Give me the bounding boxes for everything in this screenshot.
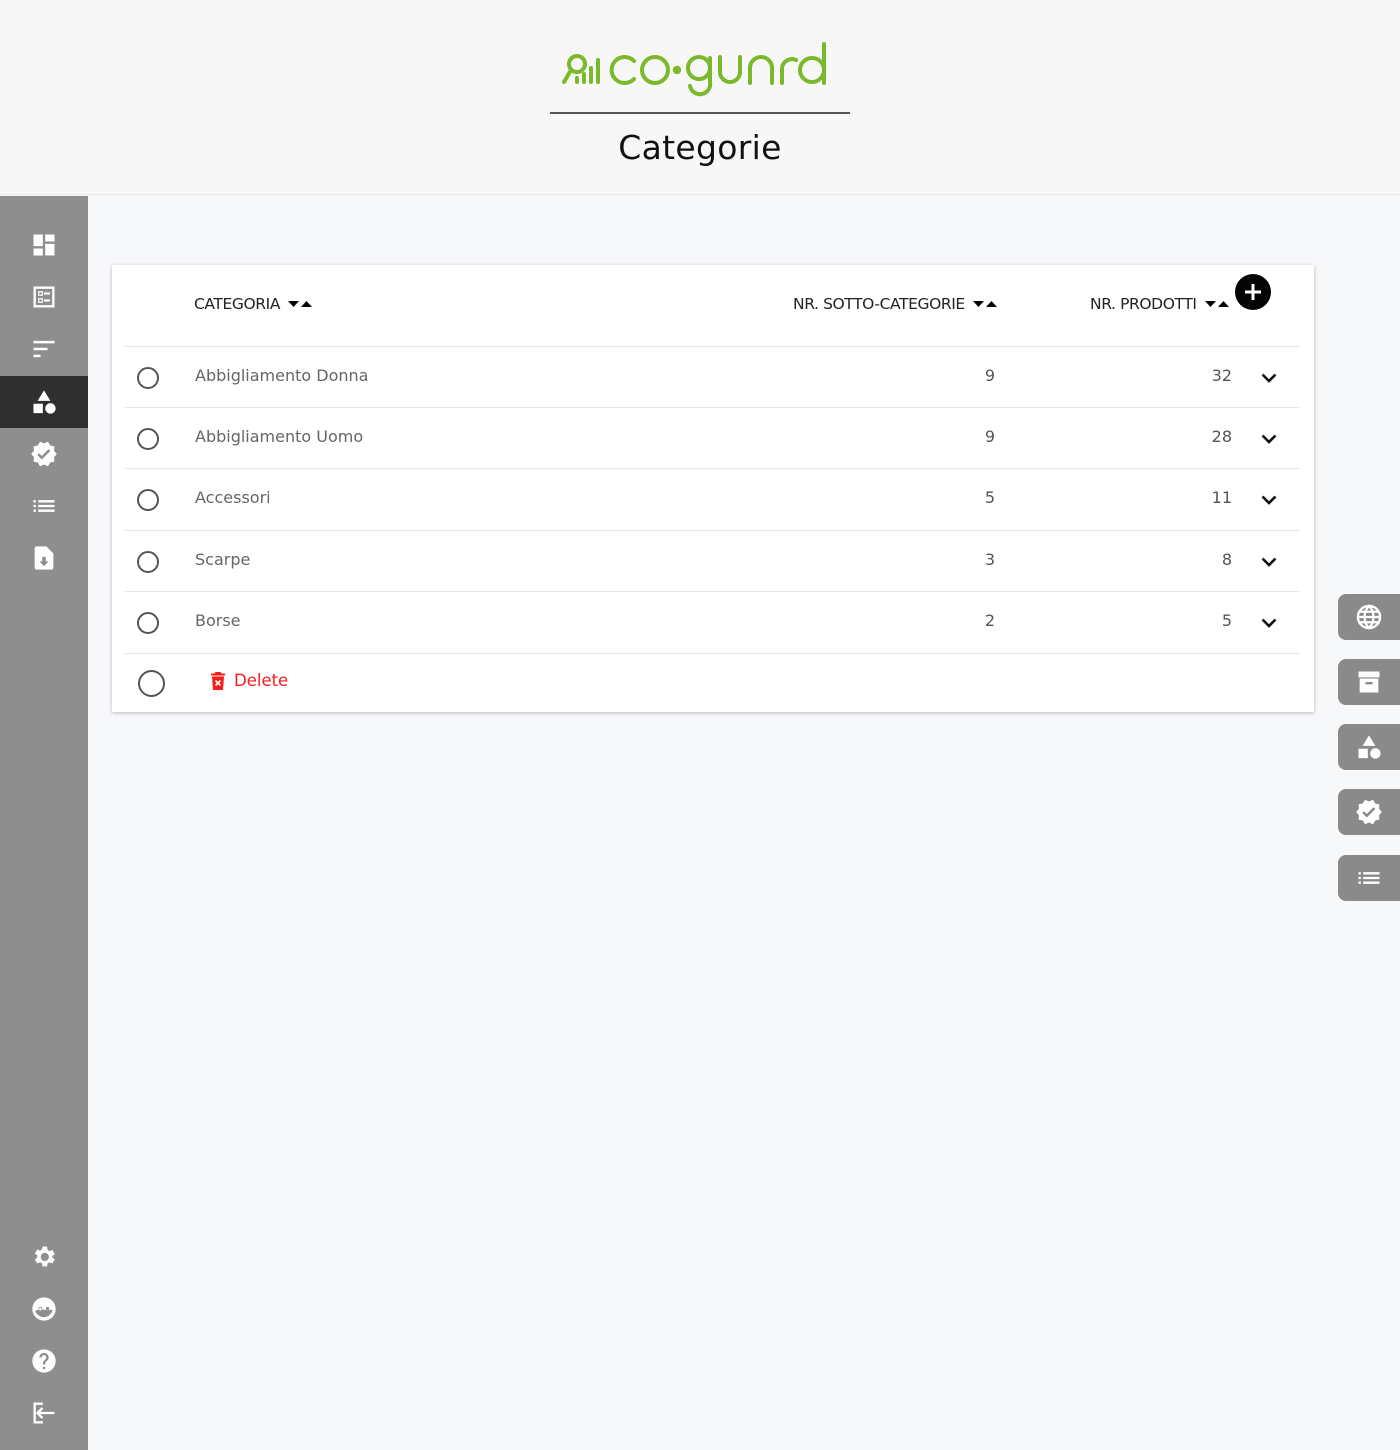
- verified-icon: [31, 441, 57, 467]
- sidebar-item-account[interactable]: [0, 1283, 88, 1335]
- column-header-prodotti: NR. PRODOTTI: [1090, 293, 1232, 315]
- settings-icon: [34, 1246, 55, 1267]
- product-count: 8: [1221, 550, 1232, 569]
- header: Categorie: [0, 0, 1400, 195]
- row-radio[interactable]: [137, 428, 159, 450]
- table-row[interactable]: Scarpe 3 8: [125, 530, 1300, 591]
- category-name: Scarpe: [195, 550, 251, 569]
- sort-arrows-icon[interactable]: [1204, 298, 1232, 310]
- subcategory-count: 9: [984, 366, 995, 385]
- right-tab-archive[interactable]: [1338, 659, 1400, 705]
- file-download-icon: [34, 546, 54, 570]
- category-icon: [33, 390, 56, 414]
- sidebar-item-dashboard[interactable]: [0, 219, 88, 271]
- product-count: 32: [1211, 366, 1232, 385]
- add-category-button[interactable]: [1235, 274, 1271, 310]
- list-icon: [33, 500, 55, 512]
- sidebar-item-logout[interactable]: [0, 1387, 88, 1439]
- page-title: Categorie: [618, 128, 782, 167]
- subcategory-count: 2: [984, 611, 995, 630]
- face-icon: [32, 1297, 56, 1321]
- list-icon: [1358, 872, 1380, 884]
- plus-icon: [1245, 284, 1261, 300]
- sidebar-item-sort[interactable]: [0, 323, 88, 375]
- trash-icon: [211, 671, 225, 690]
- right-tab-languages[interactable]: [1338, 594, 1400, 640]
- chevron-down-icon[interactable]: [1258, 489, 1280, 511]
- sort-arrows-icon[interactable]: [972, 298, 1000, 310]
- help-icon: [32, 1349, 56, 1373]
- right-tab-categories[interactable]: [1338, 724, 1400, 770]
- chevron-down-icon[interactable]: [1258, 367, 1280, 389]
- delete-label: Delete: [234, 671, 289, 690]
- right-tab-list[interactable]: [1338, 855, 1400, 901]
- sidebar-item-help[interactable]: [0, 1335, 88, 1387]
- category-name: Abbigliamento Uomo: [195, 427, 364, 446]
- column-header-categoria: CATEGORIA: [194, 293, 315, 315]
- archive-icon: [1358, 671, 1380, 693]
- row-radio[interactable]: [137, 612, 159, 634]
- row-radio[interactable]: [137, 367, 159, 389]
- header-divider: [550, 112, 850, 114]
- product-count: 5: [1221, 611, 1232, 630]
- delete-button[interactable]: Delete: [211, 671, 288, 690]
- category-icon: [1358, 735, 1381, 759]
- subcategory-count: 3: [984, 550, 995, 569]
- row-radio[interactable]: [137, 489, 159, 511]
- sidebar-item-settings[interactable]: [0, 1231, 88, 1283]
- bulk-action-row: Delete: [125, 653, 1300, 712]
- sidebar-item-download[interactable]: [0, 532, 88, 584]
- sort-arrows-icon[interactable]: [287, 298, 315, 310]
- categories-table: CATEGORIA NR. SOTTO-CATEGORIE NR. PRODOT…: [112, 265, 1314, 712]
- table-row[interactable]: Abbigliamento Uomo 9 28: [125, 407, 1300, 468]
- chevron-down-icon[interactable]: [1258, 551, 1280, 573]
- sidebar-item-list[interactable]: [0, 480, 88, 532]
- chevron-down-icon[interactable]: [1258, 428, 1280, 450]
- subcategory-count: 9: [984, 427, 995, 446]
- globe-icon: [1356, 604, 1382, 630]
- table-row[interactable]: Borse 2 5: [125, 591, 1300, 652]
- subcategory-count: 5: [984, 488, 995, 507]
- table-row[interactable]: Accessori 5 11: [125, 468, 1300, 529]
- coguard-logo: [560, 38, 840, 98]
- table-row[interactable]: Abbigliamento Donna 9 32: [125, 346, 1300, 407]
- sidebar-item-verified[interactable]: [0, 428, 88, 480]
- column-header-sotto-categorie: NR. SOTTO-CATEGORIE: [793, 293, 1000, 315]
- sidebar-item-categorie[interactable]: [0, 376, 88, 428]
- sort-icon: [33, 340, 55, 358]
- row-radio[interactable]: [137, 551, 159, 573]
- select-all-radio[interactable]: [138, 670, 165, 697]
- category-name: Accessori: [195, 488, 271, 507]
- chevron-down-icon[interactable]: [1258, 612, 1280, 634]
- sidebar: [0, 196, 88, 1450]
- dashboard-icon: [33, 234, 55, 256]
- product-count: 28: [1211, 427, 1232, 446]
- verified-icon: [1356, 799, 1382, 825]
- sidebar-item-list-alt[interactable]: [0, 271, 88, 323]
- right-tab-verified[interactable]: [1338, 789, 1400, 835]
- logout-icon: [33, 1402, 55, 1424]
- list-alt-icon: [33, 286, 55, 308]
- category-name: Abbigliamento Donna: [195, 366, 369, 385]
- category-name: Borse: [195, 611, 241, 630]
- product-count: 11: [1211, 488, 1232, 507]
